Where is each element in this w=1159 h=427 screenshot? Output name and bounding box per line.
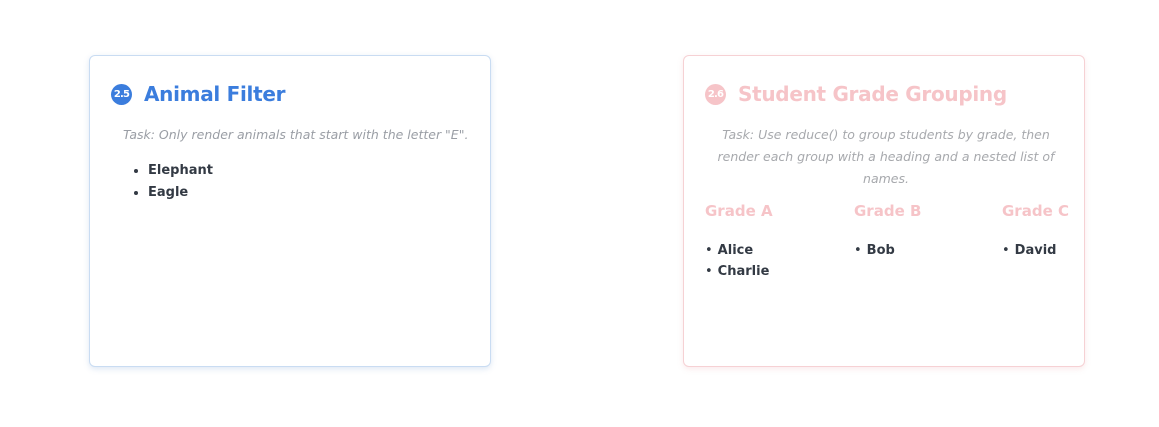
exercise-number-badge: 2.6 <box>705 83 726 105</box>
animal-filter-header: 2.5 Animal Filter <box>111 82 286 106</box>
task-description: Task: Only render animals that start wit… <box>123 127 469 142</box>
student-grade-card: 2.6 Student Grade Grouping Task: Use red… <box>683 55 1085 367</box>
list-item: David <box>1002 240 1069 261</box>
animal-list: Elephant Eagle <box>130 160 213 204</box>
list-item: Elephant <box>148 160 213 182</box>
grade-heading: Grade A <box>705 202 773 220</box>
grade-name-list: Bob <box>854 240 921 261</box>
list-item: Eagle <box>148 182 213 204</box>
grade-group-a: Grade A Alice Charlie <box>705 202 773 282</box>
card-title: Animal Filter <box>144 82 286 106</box>
list-item: Bob <box>854 240 921 261</box>
grade-group-c: Grade C David <box>1002 202 1069 261</box>
grade-heading: Grade B <box>854 202 922 220</box>
grade-group-b: Grade B Bob <box>854 202 921 261</box>
grade-name-list: Alice Charlie <box>705 240 773 282</box>
list-item: Alice <box>705 240 773 261</box>
list-item: Charlie <box>705 261 773 282</box>
grade-name-list: David <box>1002 240 1069 261</box>
student-grade-header: 2.6 Student Grade Grouping <box>705 82 1007 106</box>
card-title: Student Grade Grouping <box>738 82 1007 106</box>
grade-heading: Grade C <box>1002 202 1069 220</box>
exercise-number-badge: 2.5 <box>111 83 132 105</box>
task-description: Task: Use reduce() to group students by … <box>717 127 1055 186</box>
animal-filter-card: 2.5 Animal Filter Task: Only render anim… <box>89 55 491 367</box>
